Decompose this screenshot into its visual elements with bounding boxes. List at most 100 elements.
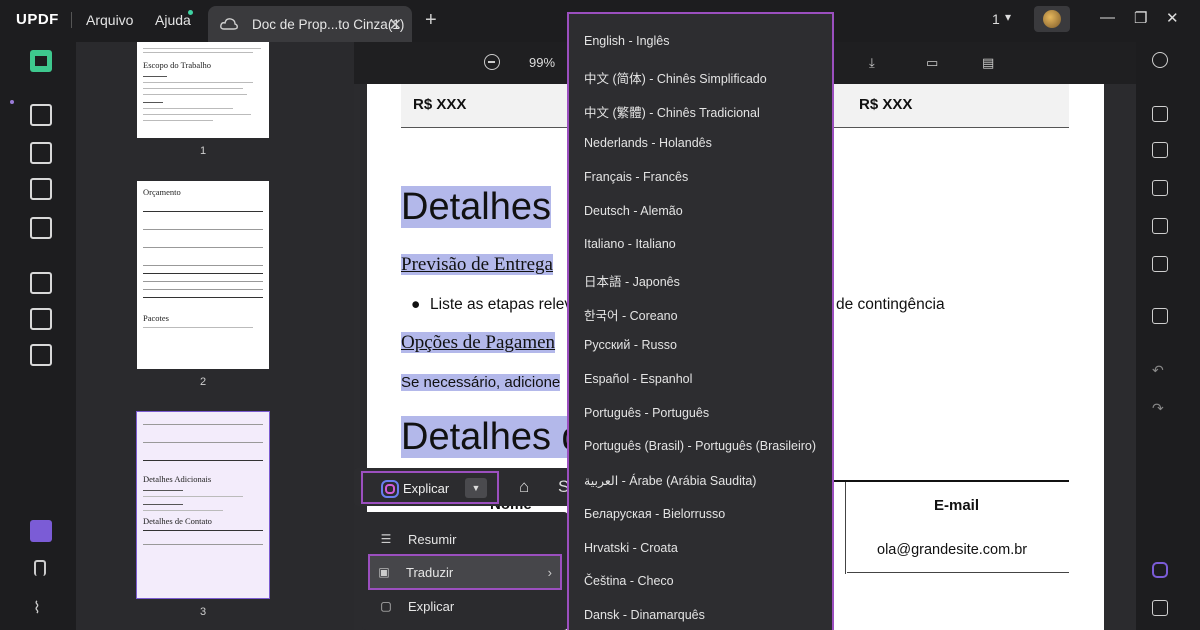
lang-korean[interactable]: 한국어 - Coreano [584, 305, 678, 324]
lang-dutch[interactable]: Nederlands - Holandês [584, 136, 712, 150]
thumbnail-page-1[interactable]: Escopo do Trabalho [137, 42, 269, 138]
zoom-out-icon[interactable] [484, 54, 500, 70]
chevron-right-icon: › [547, 564, 552, 580]
highlight-icon[interactable]: ⌂ [519, 477, 529, 497]
heading-details-1[interactable]: Detalhes [401, 186, 551, 229]
list-icon: ☰ [380, 532, 392, 546]
price-left: R$ XXX [413, 96, 467, 113]
body-paragraph[interactable]: Se necessário, adicione [401, 374, 561, 391]
bullet-text-start[interactable]: Liste as etapas relev [430, 296, 572, 314]
edit-icon[interactable] [30, 142, 52, 164]
attachment-icon[interactable]: ⌇ [33, 598, 55, 620]
divider [71, 12, 72, 28]
lang-czech[interactable]: Čeština - Checo [584, 574, 674, 588]
price-right: R$ XXX [859, 96, 913, 113]
left-tool-rail: ⌇ [0, 42, 76, 630]
table-divider [845, 482, 846, 574]
undo-icon[interactable]: ↶ [1152, 362, 1168, 378]
thumbnail-title: Orçamento [143, 187, 181, 197]
reader-icon[interactable] [30, 50, 52, 72]
ocr-icon[interactable] [1152, 106, 1168, 122]
bullet-dot: ● [411, 296, 421, 313]
context-menu: ☰ Resumir ▣ Traduzir › ▢ Explicar [362, 512, 568, 630]
bookmark-icon[interactable] [34, 560, 46, 576]
notification-dot [188, 10, 193, 15]
menu-item-resumir[interactable]: ☰ Resumir [372, 523, 558, 555]
lang-belarusian[interactable]: Беларуская - Bielorrusso [584, 507, 725, 521]
organize-pages-icon[interactable] [30, 272, 52, 294]
menu-ajuda[interactable]: Ajuda [155, 12, 191, 28]
heading-details-2[interactable]: Detalhes d [401, 416, 583, 459]
subheading-delivery[interactable]: Previsão de Entrega [401, 254, 553, 276]
thumbnail-title: Detalhes Adicionais [143, 474, 212, 484]
lang-spanish[interactable]: Español - Espanhol [584, 372, 692, 386]
layers-icon[interactable] [30, 520, 52, 542]
present-icon[interactable]: ▭ [926, 55, 940, 70]
indicator-dot [10, 100, 14, 104]
right-tool-rail: ↶ ↷ [1136, 42, 1200, 630]
lang-arabic[interactable]: العربية - Árabe (Arábia Saudita) [584, 473, 756, 488]
protect-icon[interactable] [1152, 180, 1168, 196]
lang-portuguese-brazil[interactable]: Português (Brasil) - Português (Brasilei… [584, 439, 816, 453]
lang-croatian[interactable]: Hrvatski - Croata [584, 541, 678, 555]
thumbnail-section: Pacotes [143, 313, 169, 323]
thumbnail-panel: Escopo do Trabalho 1 Orçamento Pacotes 2 [76, 42, 354, 630]
close-window-icon[interactable]: ✕ [1166, 9, 1179, 27]
save-icon[interactable] [1152, 308, 1168, 324]
tab-title: Doc de Prop...to Cinza(1) [252, 16, 405, 32]
scroll-down-icon[interactable]: ⤓ [869, 55, 883, 70]
thumbnail-section: Detalhes de Contato [143, 516, 212, 526]
email-icon[interactable] [1152, 256, 1168, 272]
ai-assistant-icon[interactable] [1152, 562, 1168, 578]
zoom-level[interactable]: 99% [529, 55, 555, 70]
tab-document[interactable]: Doc de Prop...to Cinza(1) ✕ [208, 6, 412, 42]
thumbnail-page-3[interactable]: Detalhes Adicionais Detalhes de Contato [136, 411, 270, 599]
form-icon[interactable] [30, 178, 52, 200]
avatar[interactable] [1034, 6, 1070, 32]
menu-arquivo[interactable]: Arquivo [86, 12, 133, 28]
convert-icon[interactable] [1152, 142, 1168, 158]
chevron-down-icon[interactable]: ▾ [1005, 10, 1011, 24]
explain-button[interactable]: Explicar ▼ [361, 471, 499, 504]
caret-down-icon[interactable]: ▼ [465, 478, 487, 498]
cloud-icon [220, 18, 238, 30]
lang-german[interactable]: Deutsch - Alemão [584, 204, 683, 218]
comments-panel-icon[interactable] [1152, 600, 1168, 616]
thumbnail-number: 2 [199, 376, 207, 388]
comment-icon[interactable] [30, 104, 52, 126]
extract-icon[interactable] [30, 308, 52, 330]
page-count[interactable]: 1 [992, 11, 1000, 27]
translate-icon: ▣ [378, 565, 390, 579]
explain-label: Explicar [403, 481, 450, 496]
lang-italian[interactable]: Italiano - Italiano [584, 237, 676, 251]
maximize-icon[interactable]: ❐ [1134, 9, 1147, 27]
search-icon[interactable] [1152, 52, 1168, 68]
ai-sparkle-icon [381, 480, 399, 498]
lang-portuguese[interactable]: Português - Português [584, 406, 709, 420]
subheading-payment[interactable]: Opções de Pagamen [401, 332, 556, 354]
lang-danish[interactable]: Dansk - Dinamarquês [584, 608, 705, 622]
language-submenu: English - Inglês 中文 (简体) - Chinês Simpli… [567, 12, 834, 630]
share-icon[interactable] [1152, 218, 1168, 234]
explain-icon: ▢ [380, 599, 392, 613]
bullet-text-end[interactable]: de contingência [836, 296, 945, 314]
menu-item-explicar[interactable]: ▢ Explicar [372, 590, 558, 622]
thumbnail-page-2[interactable]: Orçamento Pacotes [137, 181, 269, 369]
new-tab-button[interactable]: + [425, 9, 437, 32]
email-value[interactable]: ola@grandesite.com.br [877, 542, 1027, 558]
lang-chinese-traditional[interactable]: 中文 (繁體) - Chinês Tradicional [584, 102, 760, 121]
column-email: E-mail [934, 497, 980, 514]
menu-item-traduzir[interactable]: ▣ Traduzir › [368, 554, 562, 590]
redo-icon[interactable]: ↷ [1152, 400, 1168, 416]
page-view-icon[interactable]: ▤ [982, 55, 996, 70]
lang-english[interactable]: English - Inglês [584, 34, 669, 48]
lang-chinese-simplified[interactable]: 中文 (简体) - Chinês Simplificado [584, 68, 767, 87]
lang-french[interactable]: Français - Francês [584, 170, 688, 184]
close-tab-icon[interactable]: ✕ [389, 15, 402, 35]
redact-icon[interactable] [30, 344, 52, 366]
lang-japanese[interactable]: 日本語 - Japonês [584, 271, 680, 290]
lang-russian[interactable]: Русский - Russo [584, 338, 677, 352]
fill-sign-icon[interactable] [30, 217, 52, 239]
menu-item-label: Explicar [408, 598, 455, 614]
minimize-icon[interactable]: — [1100, 9, 1115, 26]
